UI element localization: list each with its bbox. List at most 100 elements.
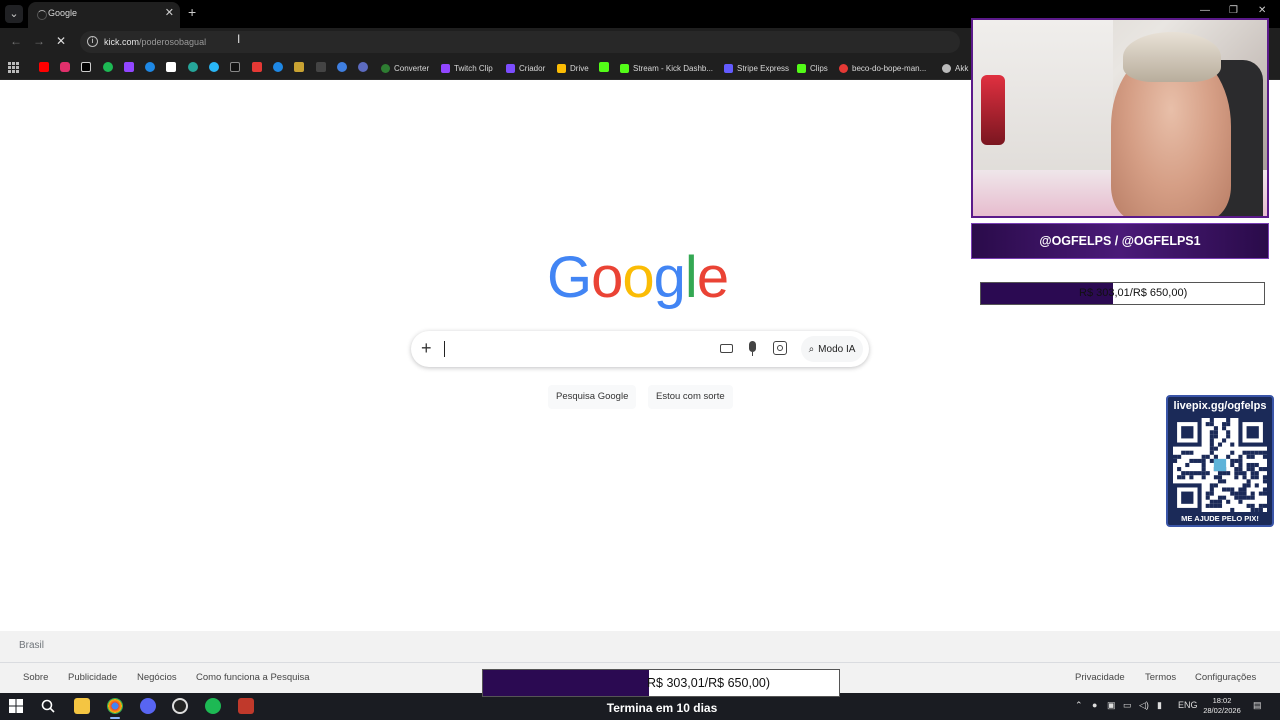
discord-icon[interactable] [140, 698, 156, 714]
tab-google[interactable]: Google ✕ [28, 2, 180, 28]
bookmark-akk[interactable]: Akk [942, 61, 968, 75]
logo-letter: g [653, 245, 686, 310]
bookmark-icon[interactable] [188, 62, 198, 72]
url-path: /poderosobagual [139, 37, 207, 47]
bookmark-stripe-express[interactable]: Stripe Express [724, 61, 789, 75]
medium-icon[interactable] [166, 62, 176, 72]
footer-link-configuracoes[interactable]: Configurações [1195, 672, 1256, 683]
goal-countdown: Termina em 10 dias [606, 701, 718, 715]
feeling-lucky-button[interactable]: Estou com sorte [648, 385, 733, 409]
logo-letter: e [696, 245, 729, 310]
windows-start-icon[interactable] [8, 698, 24, 714]
bookmark-beco-do-bope[interactable]: beco-do-bope-man... [839, 61, 926, 75]
spotify-icon[interactable] [205, 698, 221, 714]
tab-search-chevron-icon[interactable]: ⌄ [5, 5, 23, 23]
tab-close-icon[interactable]: ✕ [165, 6, 174, 19]
google-logo: Google [547, 244, 729, 311]
tray-chevron-icon[interactable]: ⌃ [1075, 700, 1083, 711]
back-icon[interactable]: ← [10, 34, 22, 48]
apps-grid-icon[interactable] [8, 62, 19, 73]
qr-code [1173, 418, 1267, 512]
bookmark-drive[interactable]: Drive [557, 61, 589, 75]
app-icon[interactable] [238, 698, 254, 714]
bookmark-icon[interactable] [145, 62, 155, 72]
stripe-icon [724, 63, 733, 73]
microphone-icon[interactable] [749, 341, 756, 352]
bookmark-icon[interactable] [252, 62, 262, 72]
footer-link-sobre[interactable]: Sobre [23, 672, 48, 683]
close-window-icon[interactable]: ✕ [1258, 5, 1266, 16]
keyboard-icon[interactable] [720, 344, 733, 353]
search-icon[interactable] [40, 698, 56, 714]
footer-link-publicidade[interactable]: Publicidade [68, 672, 117, 683]
x-icon[interactable] [81, 62, 91, 72]
telegram-icon[interactable] [209, 62, 219, 72]
youtube-icon[interactable] [39, 62, 49, 72]
mouse-cursor-icon: I [237, 32, 241, 46]
bookmark-kick-dashboard[interactable]: Stream - Kick Dashb... [620, 61, 713, 75]
tiktok-icon[interactable] [230, 62, 240, 72]
obs-icon[interactable] [172, 698, 188, 714]
bookmark-label: Stream - Kick Dashb... [633, 63, 714, 73]
bookmark-icon[interactable] [294, 62, 304, 72]
bottom-donation-goal-text: R$ 303,01/R$ 650,00) [483, 670, 839, 696]
donation-goal-value: R$ 303,01/R$ 650,00) [1079, 287, 1188, 299]
bookmark-twitch-clip[interactable]: Twitch Clip [441, 61, 493, 75]
battery-icon[interactable]: ▮ [1157, 700, 1162, 711]
spotify-icon[interactable] [103, 62, 113, 72]
logo-letter: l [684, 245, 698, 310]
bookmark-icon[interactable] [316, 62, 326, 72]
file-explorer-icon[interactable] [74, 698, 90, 714]
bookmark-label: Stripe Express [737, 63, 790, 73]
volume-icon[interactable]: ◁) [1139, 700, 1149, 711]
language-indicator[interactable]: ENG [1178, 700, 1198, 710]
twitch-clip-icon [441, 63, 450, 73]
new-tab-button[interactable]: + [188, 4, 196, 20]
drive-icon [557, 63, 566, 73]
forward-icon[interactable]: → [33, 34, 45, 48]
google-search-button[interactable]: Pesquisa Google [548, 385, 637, 409]
logo-letter: G [547, 245, 592, 310]
bookmark-label: Twitch Clip [454, 63, 493, 73]
bookmark-icon[interactable] [337, 62, 347, 72]
logo-letter: o [591, 245, 623, 310]
twitch-icon[interactable] [124, 62, 134, 72]
bookmark-icon[interactable] [358, 62, 368, 72]
ai-mode-button[interactable]: ⌕ Modo IA [801, 336, 863, 362]
footer-link-como-funciona[interactable]: Como funciona a Pesquisa [196, 672, 310, 683]
restore-icon[interactable]: ❐ [1229, 5, 1238, 16]
footer-link-termos[interactable]: Termos [1145, 672, 1176, 683]
microphone-tray-icon[interactable]: ● [1092, 700, 1097, 710]
network-icon[interactable]: ▭ [1123, 700, 1132, 711]
notifications-icon[interactable]: ▤ [1253, 700, 1262, 711]
tab-title: Google [48, 8, 78, 18]
screen: ⌄ Google ✕ + — ❐ ✕ ← → ✕ i kick.com/pode… [0, 0, 1280, 720]
app-tray-icon[interactable]: ▣ [1107, 700, 1116, 711]
bookmark-criador[interactable]: Criador [506, 61, 545, 75]
add-icon[interactable]: + [421, 338, 432, 359]
active-app-indicator [110, 717, 120, 719]
bookmark-clips[interactable]: Clips [797, 61, 828, 75]
search-box[interactable]: + ⌕ Modo IA [411, 331, 869, 367]
logo-letter: o [622, 245, 654, 310]
kick-icon[interactable] [599, 62, 609, 72]
footer-link-privacidade[interactable]: Privacidade [1075, 672, 1125, 683]
chrome-icon[interactable] [107, 698, 123, 714]
bookmark-icon[interactable] [273, 62, 283, 72]
minimize-icon[interactable]: — [1200, 5, 1210, 16]
bottom-donation-goal-bar: R$ 303,01/R$ 650,00) [482, 669, 840, 697]
address-bar[interactable]: i kick.com/poderosobagual [80, 31, 960, 53]
system-clock[interactable]: 18:02 28/02/2026 [1200, 696, 1244, 716]
socials-handles: @OGFELPS / @OGFELPS1 [1039, 234, 1201, 248]
site-info-icon[interactable]: i [87, 36, 98, 47]
bookmark-converter[interactable]: Converter [381, 61, 429, 75]
stop-loading-icon[interactable]: ✕ [56, 34, 66, 48]
bookmark-label: Clips [810, 63, 828, 73]
donation-goal-text: R$ 303,01/R$ 650,00) [981, 283, 1264, 304]
footer-link-negocios[interactable]: Negócios [137, 672, 177, 683]
footer-country-bar: Brasil [0, 631, 1280, 663]
instagram-icon[interactable] [60, 62, 70, 72]
bookmark-label: Drive [570, 63, 589, 73]
donation-goal-bar: R$ 303,01/R$ 650,00) [980, 282, 1265, 305]
url-text[interactable]: kick.com/poderosobagual [104, 37, 206, 47]
